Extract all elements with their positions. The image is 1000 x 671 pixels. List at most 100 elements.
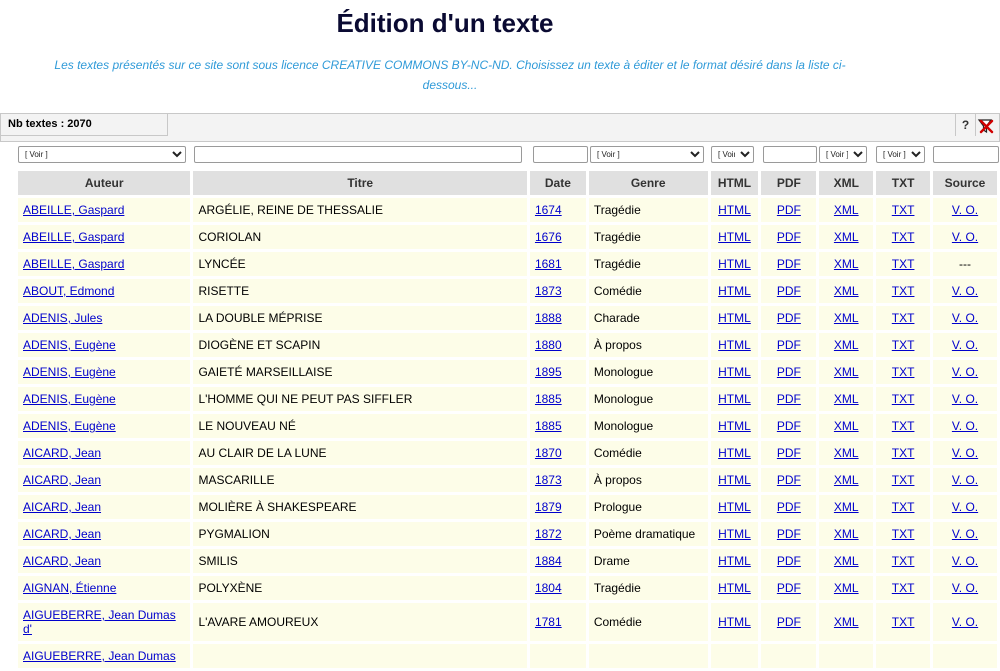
- source-link[interactable]: V. O.: [952, 500, 978, 514]
- titre-filter-input[interactable]: [194, 146, 522, 163]
- xml-link[interactable]: XML: [834, 473, 859, 487]
- xml-link[interactable]: XML: [834, 311, 859, 325]
- auteur-link[interactable]: AICARD, Jean: [23, 554, 101, 568]
- auteur-link[interactable]: ADENIS, Jules: [23, 311, 102, 325]
- pdf-link[interactable]: PDF: [777, 473, 801, 487]
- auteur-link[interactable]: AICARD, Jean: [23, 446, 101, 460]
- html-link[interactable]: HTML: [718, 392, 751, 406]
- xml-link[interactable]: XML: [834, 203, 859, 217]
- txt-link[interactable]: TXT: [892, 446, 915, 460]
- txt-link[interactable]: TXT: [892, 230, 915, 244]
- auteur-link[interactable]: AICARD, Jean: [23, 500, 101, 514]
- col-header-titre[interactable]: Titre: [193, 171, 527, 195]
- auteur-link[interactable]: AIGNAN, Étienne: [23, 581, 116, 595]
- source-link[interactable]: V. O.: [952, 284, 978, 298]
- date-filter-input[interactable]: [533, 146, 588, 163]
- xml-link[interactable]: XML: [834, 257, 859, 271]
- xml-link[interactable]: XML: [834, 230, 859, 244]
- auteur-link[interactable]: ADENIS, Eugène: [23, 338, 116, 352]
- txt-link[interactable]: TXT: [892, 338, 915, 352]
- source-link[interactable]: V. O.: [952, 419, 978, 433]
- auteur-link[interactable]: ADENIS, Eugène: [23, 419, 116, 433]
- pdf-link[interactable]: PDF: [777, 365, 801, 379]
- pdf-link[interactable]: PDF: [777, 392, 801, 406]
- col-header-auteur[interactable]: Auteur: [18, 171, 191, 195]
- txt-link[interactable]: TXT: [892, 473, 915, 487]
- xml-link[interactable]: XML: [834, 392, 859, 406]
- date-link[interactable]: 1879: [535, 500, 562, 514]
- date-link[interactable]: 1880: [535, 338, 562, 352]
- date-link[interactable]: 1888: [535, 311, 562, 325]
- xml-link[interactable]: XML: [834, 365, 859, 379]
- xml-link[interactable]: XML: [834, 284, 859, 298]
- source-filter-input[interactable]: [933, 146, 999, 163]
- col-header-xml[interactable]: XML: [819, 171, 874, 195]
- auteur-link[interactable]: AIGUEBERRE, Jean Dumas d': [23, 608, 176, 636]
- date-link[interactable]: 1884: [535, 554, 562, 568]
- date-link[interactable]: 1804: [535, 581, 562, 595]
- txt-link[interactable]: TXT: [892, 392, 915, 406]
- html-filter-select[interactable]: [ Voir ]: [711, 146, 754, 163]
- xml-link[interactable]: XML: [834, 446, 859, 460]
- html-link[interactable]: HTML: [718, 581, 751, 595]
- html-link[interactable]: HTML: [718, 446, 751, 460]
- html-link[interactable]: HTML: [718, 338, 751, 352]
- txt-link[interactable]: TXT: [892, 284, 915, 298]
- html-link[interactable]: HTML: [718, 419, 751, 433]
- source-link[interactable]: V. O.: [952, 365, 978, 379]
- html-link[interactable]: HTML: [718, 203, 751, 217]
- date-link[interactable]: 1872: [535, 527, 562, 541]
- pdf-link[interactable]: PDF: [777, 554, 801, 568]
- pdf-link[interactable]: PDF: [777, 311, 801, 325]
- col-header-source[interactable]: Source: [933, 171, 997, 195]
- auteur-link[interactable]: ADENIS, Eugène: [23, 392, 116, 406]
- pdf-link[interactable]: PDF: [777, 419, 801, 433]
- col-header-pdf[interactable]: PDF: [761, 171, 817, 195]
- auteur-link[interactable]: AICARD, Jean: [23, 527, 101, 541]
- txt-link[interactable]: TXT: [892, 500, 915, 514]
- col-header-genre[interactable]: Genre: [588, 171, 708, 195]
- pdf-link[interactable]: PDF: [777, 284, 801, 298]
- auteur-link[interactable]: ABOUT, Edmond: [23, 284, 114, 298]
- txt-filter-select[interactable]: [ Voir ]: [876, 146, 925, 163]
- source-link[interactable]: V. O.: [952, 230, 978, 244]
- xml-link[interactable]: XML: [834, 581, 859, 595]
- xml-link[interactable]: XML: [834, 615, 859, 629]
- date-link[interactable]: 1676: [535, 230, 562, 244]
- genre-filter-select[interactable]: [ Voir ]: [590, 146, 704, 163]
- txt-link[interactable]: TXT: [892, 419, 915, 433]
- auteur-link[interactable]: ADENIS, Eugène: [23, 365, 116, 379]
- txt-link[interactable]: TXT: [892, 581, 915, 595]
- date-link[interactable]: 1885: [535, 419, 562, 433]
- source-link[interactable]: V. O.: [952, 581, 978, 595]
- xml-link[interactable]: XML: [834, 500, 859, 514]
- pdf-link[interactable]: PDF: [777, 581, 801, 595]
- pdf-link[interactable]: PDF: [777, 257, 801, 271]
- auteur-link[interactable]: AICARD, Jean: [23, 473, 101, 487]
- txt-link[interactable]: TXT: [892, 365, 915, 379]
- txt-link[interactable]: TXT: [892, 554, 915, 568]
- xml-link[interactable]: XML: [834, 338, 859, 352]
- date-link[interactable]: 1781: [535, 615, 562, 629]
- html-link[interactable]: HTML: [718, 230, 751, 244]
- date-link[interactable]: 1885: [535, 392, 562, 406]
- txt-link[interactable]: TXT: [892, 527, 915, 541]
- source-link[interactable]: V. O.: [952, 615, 978, 629]
- date-link[interactable]: 1873: [535, 473, 562, 487]
- txt-link[interactable]: TXT: [892, 203, 915, 217]
- source-link[interactable]: V. O.: [952, 392, 978, 406]
- pdf-link[interactable]: PDF: [777, 527, 801, 541]
- pdf-filter-input[interactable]: [763, 146, 817, 163]
- help-button[interactable]: ?: [955, 114, 976, 136]
- source-link[interactable]: V. O.: [952, 473, 978, 487]
- date-link[interactable]: 1873: [535, 284, 562, 298]
- source-link[interactable]: V. O.: [952, 311, 978, 325]
- source-link[interactable]: V. O.: [952, 338, 978, 352]
- source-link[interactable]: V. O.: [952, 446, 978, 460]
- col-header-date[interactable]: Date: [529, 171, 586, 195]
- xml-link[interactable]: XML: [834, 554, 859, 568]
- date-link[interactable]: 1681: [535, 257, 562, 271]
- html-link[interactable]: HTML: [718, 473, 751, 487]
- html-link[interactable]: HTML: [718, 311, 751, 325]
- html-link[interactable]: HTML: [718, 554, 751, 568]
